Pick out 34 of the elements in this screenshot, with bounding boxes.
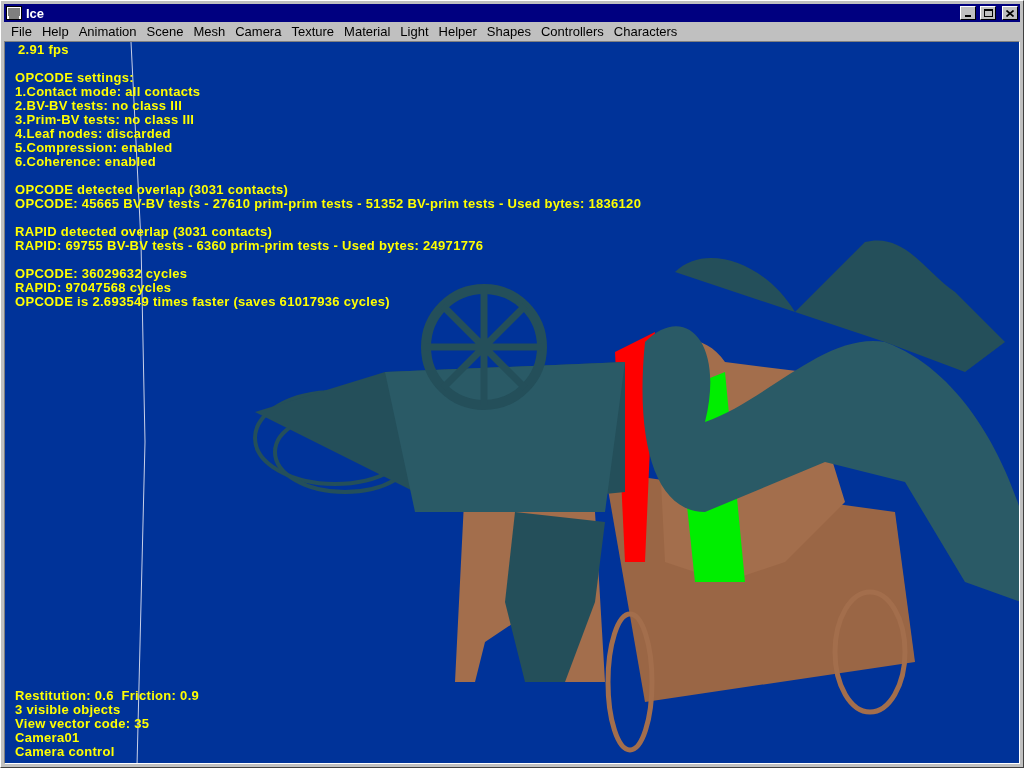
menu-item[interactable]: Texture — [286, 23, 340, 40]
menu-item[interactable]: Helper — [433, 23, 482, 40]
menu-item[interactable]: Light — [395, 23, 434, 40]
status-text: 3 visible objects — [15, 702, 121, 717]
menu-item[interactable]: Controllers — [535, 23, 609, 40]
status-text: 3.Prim-BV tests: no class III — [15, 112, 195, 127]
status-text: 2.BV-BV tests: no class III — [15, 98, 183, 113]
status-text: 6.Coherence: enabled — [15, 154, 157, 169]
menu-item[interactable]: Characters — [608, 23, 683, 40]
menu-item[interactable]: Scene — [141, 23, 189, 40]
menu-item[interactable]: Shapes — [481, 23, 536, 40]
status-text: OPCODE: 45665 BV-BV tests - 27610 prim-prim tests - 51352 BV-prim tests - Used bytes: 1836120 — [15, 196, 642, 211]
status-text: OPCODE is 2.693549 times faster (saves 61017936 cycles) — [15, 294, 390, 309]
menu-item[interactable]: Material — [339, 23, 396, 40]
status-text: RAPID: 69755 BV-BV tests - 6360 prim-prim tests - Used bytes: 24971776 — [15, 238, 484, 253]
close-icon — [1006, 9, 1014, 17]
status-text: RAPID: 97047568 cycles — [15, 280, 172, 295]
status-text: Camera control — [15, 744, 115, 759]
status-text: OPCODE settings: — [15, 70, 134, 85]
minimize-button[interactable] — [960, 6, 976, 20]
app-icon — [6, 6, 22, 20]
menu-item[interactable]: Mesh — [188, 23, 231, 40]
status-text: Camera01 — [15, 730, 80, 745]
status-text: Restitution: 0.6 Friction: 0.9 — [15, 688, 200, 703]
status-text: 5.Compression: enabled — [15, 140, 173, 155]
menu-item[interactable]: File — [6, 23, 37, 40]
maximize-button[interactable] — [980, 6, 996, 20]
window-title: Ice — [26, 6, 45, 20]
menu-item[interactable]: Animation — [73, 23, 142, 40]
status-text: 2.91 fps — [18, 42, 69, 57]
menu-item[interactable]: Help — [36, 23, 74, 40]
menu-item[interactable]: Camera — [230, 23, 287, 40]
status-text: View vector code: 35 — [15, 716, 150, 731]
close-button[interactable] — [1002, 6, 1018, 20]
